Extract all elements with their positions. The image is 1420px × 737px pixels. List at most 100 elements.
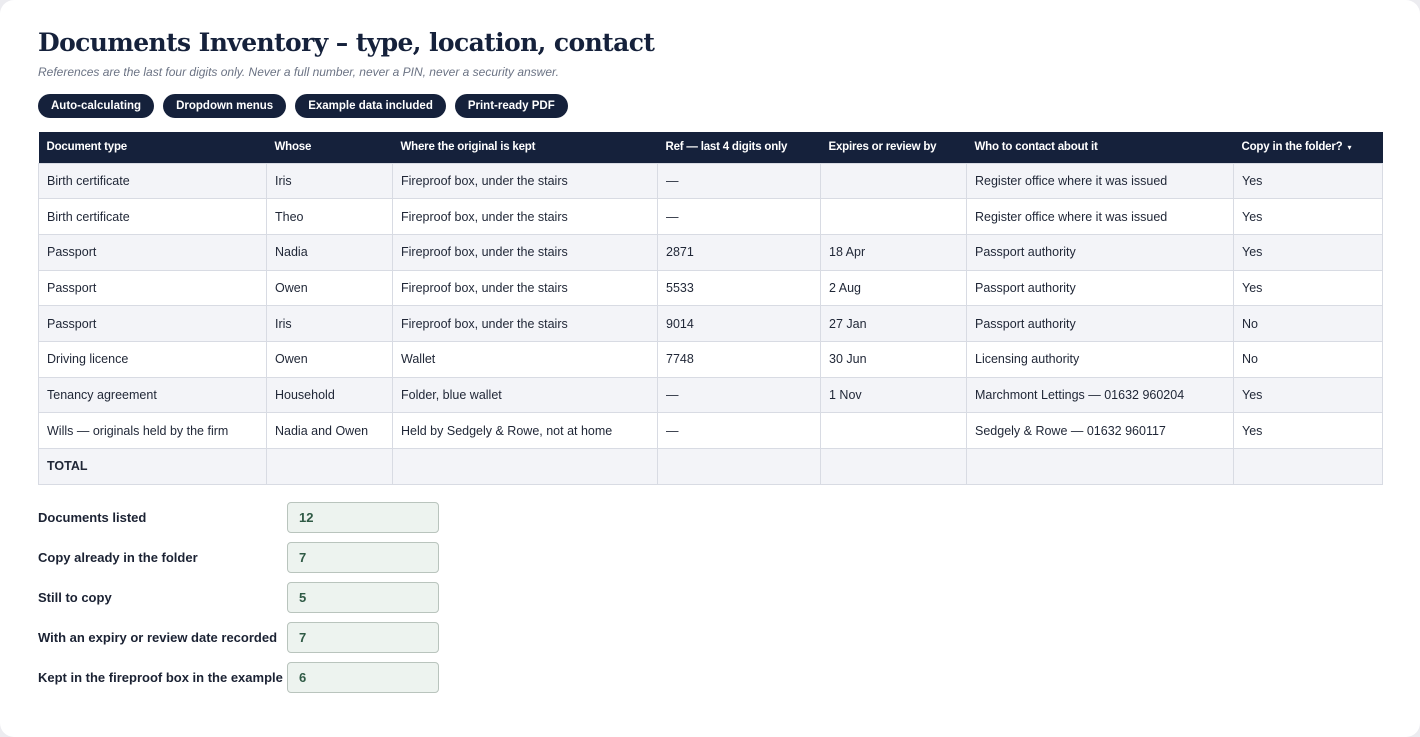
table-row: Passport Owen Fireproof box, under the sta…	[38, 269, 1383, 307]
cell-expires[interactable]: 18 Apr	[820, 233, 967, 271]
table-total-row: TOTAL	[38, 448, 1383, 485]
cell-location[interactable]: Fireproof box, under the stairs	[392, 162, 658, 200]
page-subtitle: References are the last four digits only…	[38, 65, 559, 79]
summary-row: Copy already in the folder 7	[38, 542, 439, 573]
total-cell-whose	[266, 448, 393, 485]
cell-document-type[interactable]: Birth certificate	[38, 198, 267, 235]
column-header-copy-filter[interactable]: Copy in the folder? ▾	[1233, 132, 1383, 163]
summary-label: With an expiry or review date recorded	[38, 630, 278, 645]
table-row: Wills — originals held by the firm Nadia …	[38, 412, 1383, 449]
cell-whose[interactable]: Iris	[266, 305, 393, 342]
table-row: Birth certificate Iris Fireproof box, unde…	[38, 162, 1383, 200]
cell-document-type[interactable]: Tenancy agreement	[38, 376, 267, 414]
cell-expires[interactable]	[820, 412, 967, 449]
filter-dropdown-icon[interactable]: ▾	[1347, 143, 1351, 152]
page-title: Documents Inventory – type, location, co…	[38, 28, 655, 57]
cell-document-type[interactable]: Birth certificate	[38, 162, 267, 200]
table-row: Driving licence Owen Wallet 7748 30 Jun Licen…	[38, 340, 1383, 378]
column-header-whose: Whose	[266, 132, 393, 163]
summary-value: 6	[287, 662, 439, 693]
cell-location[interactable]: Fireproof box, under the stairs	[392, 233, 658, 271]
cell-document-type[interactable]: Wills — originals held by the firm	[38, 412, 267, 449]
cell-expires[interactable]: 30 Jun	[820, 340, 967, 378]
cell-document-type[interactable]: Passport	[38, 305, 267, 342]
summary-label: Documents listed	[38, 510, 147, 525]
total-cell-contact	[966, 448, 1234, 485]
cell-expires[interactable]: 1 Nov	[820, 376, 967, 414]
cell-whose[interactable]: Owen	[266, 340, 393, 378]
cell-whose[interactable]: Iris	[266, 162, 393, 200]
cell-expires[interactable]	[820, 198, 967, 235]
table-row: Passport Iris Fireproof box, under the sta…	[38, 305, 1383, 342]
cell-ref[interactable]: 7748	[657, 340, 821, 378]
cell-copy[interactable]: No	[1233, 340, 1383, 378]
summary-label: Kept in the fireproof box in the example	[38, 670, 283, 685]
cell-contact[interactable]: Register office where it was issued	[966, 162, 1234, 200]
cell-location[interactable]: Folder, blue wallet	[392, 376, 658, 414]
cell-expires[interactable]: 27 Jan	[820, 305, 967, 342]
summary-row: Still to copy 5	[38, 582, 439, 613]
cell-copy[interactable]: Yes	[1233, 162, 1383, 200]
summary-panel: Documents listed 12 Copy already in the fo…	[38, 502, 439, 702]
summary-value: 12	[287, 502, 439, 533]
cell-ref[interactable]: —	[657, 198, 821, 235]
cell-location[interactable]: Fireproof box, under the stairs	[392, 269, 658, 307]
cell-ref[interactable]: —	[657, 376, 821, 414]
total-cell-ref	[657, 448, 821, 485]
cell-contact[interactable]: Passport authority	[966, 233, 1234, 271]
summary-value: 7	[287, 622, 439, 653]
cell-document-type[interactable]: Driving licence	[38, 340, 267, 378]
cell-ref[interactable]: 5533	[657, 269, 821, 307]
cell-location[interactable]: Held by Sedgely & Rowe, not at home	[392, 412, 658, 449]
summary-value: 5	[287, 582, 439, 613]
total-cell-expires	[820, 448, 967, 485]
cell-document-type[interactable]: Passport	[38, 269, 267, 307]
cell-contact[interactable]: Sedgely & Rowe — 01632 960117	[966, 412, 1234, 449]
cell-contact[interactable]: Marchmont Lettings — 01632 960204	[966, 376, 1234, 414]
total-cell-copy	[1233, 448, 1383, 485]
badge-dropdown-menus: Dropdown menus	[163, 94, 287, 118]
cell-whose[interactable]: Household	[266, 376, 393, 414]
summary-row: With an expiry or review date recorded 7	[38, 622, 439, 653]
cell-location[interactable]: Wallet	[392, 340, 658, 378]
cell-location[interactable]: Fireproof box, under the stairs	[392, 198, 658, 235]
summary-value: 7	[287, 542, 439, 573]
cell-expires[interactable]: 2 Aug	[820, 269, 967, 307]
cell-ref[interactable]: 2871	[657, 233, 821, 271]
cell-ref[interactable]: 9014	[657, 305, 821, 342]
cell-copy[interactable]: Yes	[1233, 412, 1383, 449]
cell-copy[interactable]: Yes	[1233, 376, 1383, 414]
column-header-location: Where the original is kept	[392, 132, 658, 163]
cell-copy[interactable]: Yes	[1233, 269, 1383, 307]
cell-ref[interactable]: —	[657, 412, 821, 449]
cell-whose[interactable]: Owen	[266, 269, 393, 307]
total-cell-location	[392, 448, 658, 485]
cell-whose[interactable]: Theo	[266, 198, 393, 235]
cell-contact[interactable]: Passport authority	[966, 305, 1234, 342]
cell-ref[interactable]: —	[657, 162, 821, 200]
cell-contact[interactable]: Passport authority	[966, 269, 1234, 307]
cell-contact[interactable]: Register office where it was issued	[966, 198, 1234, 235]
page-card: Documents Inventory – type, location, co…	[0, 0, 1420, 737]
table-row: Tenancy agreement Household Folder, blue w…	[38, 376, 1383, 414]
cell-location[interactable]: Fireproof box, under the stairs	[392, 305, 658, 342]
cell-copy[interactable]: Yes	[1233, 233, 1383, 271]
badge-example-data: Example data included	[295, 94, 446, 118]
badge-auto-calculating: Auto-calculating	[38, 94, 155, 118]
column-header-expires: Expires or review by	[820, 132, 967, 163]
cell-whose[interactable]: Nadia	[266, 233, 393, 271]
summary-label: Copy already in the folder	[38, 550, 198, 565]
cell-copy[interactable]: Yes	[1233, 198, 1383, 235]
cell-contact[interactable]: Licensing authority	[966, 340, 1234, 378]
table-body: Birth certificate Iris Fireproof box, unde…	[38, 162, 1383, 485]
cell-copy[interactable]: No	[1233, 305, 1383, 342]
column-header-document-type: Document type	[38, 132, 267, 163]
column-header-contact: Who to contact about it	[966, 132, 1234, 163]
total-label: TOTAL	[38, 448, 267, 485]
table-row: Birth certificate Theo Fireproof box, unde…	[38, 198, 1383, 235]
cell-expires[interactable]	[820, 162, 967, 200]
cell-document-type[interactable]: Passport	[38, 233, 267, 271]
cell-whose[interactable]: Nadia and Owen	[266, 412, 393, 449]
summary-label: Still to copy	[38, 590, 112, 605]
table-header-row: Document type Whose Where the original i…	[38, 132, 1383, 163]
